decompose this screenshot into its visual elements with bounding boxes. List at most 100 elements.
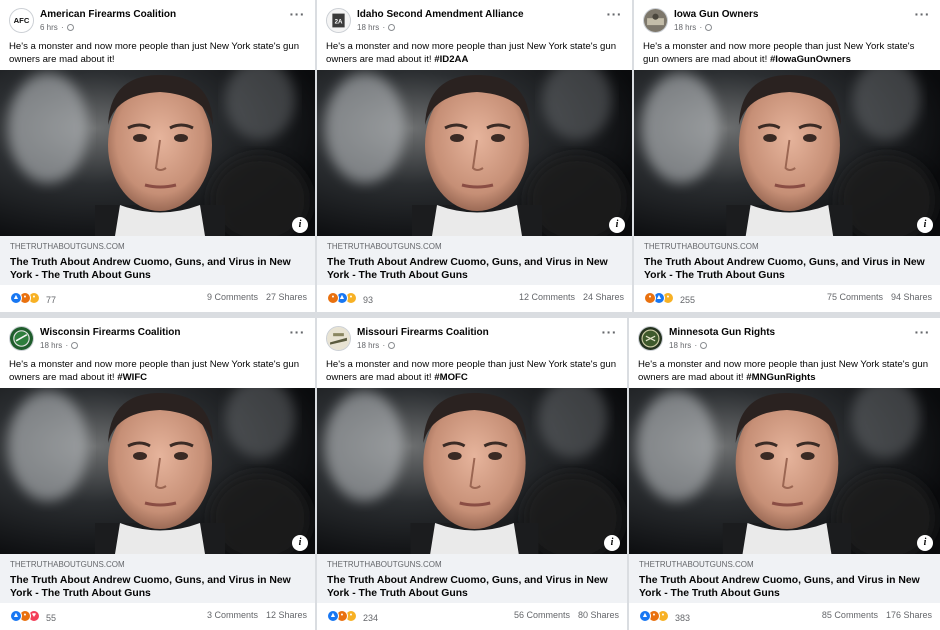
post-timestamp[interactable]: 18 hrs bbox=[357, 23, 379, 32]
page-name-link[interactable]: Idaho Second Amendment Alliance bbox=[357, 9, 524, 20]
post-meta: 18 hrs · bbox=[357, 341, 396, 350]
page-name-link[interactable]: Wisconsin Firearms Coalition bbox=[40, 327, 181, 338]
info-icon[interactable]: i bbox=[917, 535, 933, 551]
comments-count-link[interactable]: 12 Comments bbox=[519, 292, 575, 302]
shares-count-link[interactable]: 12 Shares bbox=[266, 610, 307, 620]
more-options-button[interactable]: ··· bbox=[607, 6, 623, 22]
post-stats: ▲ • ♥ 55 3 Comments 12 Shares bbox=[0, 607, 315, 625]
hashtag-link[interactable]: #MNGunRights bbox=[746, 372, 815, 383]
post-card: Iowa Gun Owners 18 hrs · ··· He's a mons… bbox=[634, 0, 940, 312]
article-image[interactable]: i bbox=[0, 70, 315, 236]
wifc-logo-icon[interactable] bbox=[9, 326, 34, 351]
link-preview[interactable]: THETRUTHABOUTGUNS.COM The Truth About An… bbox=[0, 554, 315, 603]
link-title[interactable]: The Truth About Andrew Cuomo, Guns, and … bbox=[10, 256, 309, 282]
article-image[interactable]: i bbox=[629, 388, 940, 554]
reaction-count: 383 bbox=[675, 613, 691, 623]
mofc-logo-icon[interactable] bbox=[326, 326, 351, 351]
link-title[interactable]: The Truth About Andrew Cuomo, Guns, and … bbox=[327, 256, 626, 282]
article-photo bbox=[634, 70, 940, 236]
link-title[interactable]: The Truth About Andrew Cuomo, Guns, and … bbox=[327, 574, 621, 600]
article-image[interactable]: i bbox=[0, 388, 315, 554]
link-preview[interactable]: THETRUTHABOUTGUNS.COM The Truth About An… bbox=[317, 236, 632, 285]
post-body-text: He's a monster and now more people than … bbox=[326, 41, 617, 65]
post-meta: 18 hrs · bbox=[357, 23, 396, 32]
comments-count-link[interactable]: 3 Comments bbox=[207, 610, 258, 620]
afc-logo-icon[interactable]: AFC bbox=[9, 8, 34, 33]
shares-count-link[interactable]: 27 Shares bbox=[266, 292, 307, 302]
globe-icon bbox=[388, 24, 396, 31]
post-meta: 18 hrs · bbox=[669, 341, 708, 350]
link-preview[interactable]: THETRUTHABOUTGUNS.COM The Truth About An… bbox=[629, 554, 940, 603]
page-name-link[interactable]: Iowa Gun Owners bbox=[674, 9, 758, 20]
post-header: Minnesota Gun Rights 18 hrs · ··· bbox=[629, 318, 940, 356]
angry-reaction-icon: • bbox=[644, 292, 656, 304]
like-reaction-icon: ▲ bbox=[10, 292, 22, 304]
hashtag-link[interactable]: #MOFC bbox=[434, 372, 468, 383]
comments-count-link[interactable]: 9 Comments bbox=[207, 292, 258, 302]
page-name-link[interactable]: Minnesota Gun Rights bbox=[669, 327, 775, 338]
post-timestamp[interactable]: 18 hrs bbox=[674, 23, 696, 32]
globe-icon bbox=[388, 342, 396, 349]
post-card: AFC American Firearms Coalition 6 hrs · … bbox=[0, 0, 315, 312]
post-timestamp[interactable]: 6 hrs bbox=[40, 23, 58, 32]
info-icon[interactable]: i bbox=[292, 535, 308, 551]
more-options-button[interactable]: ··· bbox=[290, 6, 306, 22]
more-options-button[interactable]: ··· bbox=[915, 324, 931, 340]
article-image[interactable]: i bbox=[317, 70, 632, 236]
post-header: AFC American Firearms Coalition 6 hrs · … bbox=[0, 0, 315, 38]
igo-logo-icon[interactable] bbox=[643, 8, 668, 33]
page-name-link[interactable]: Missouri Firearms Coalition bbox=[357, 327, 489, 338]
like-reaction-icon: ▲ bbox=[327, 610, 339, 622]
post-body: He's a monster and now more people than … bbox=[643, 40, 932, 66]
post-timestamp[interactable]: 18 hrs bbox=[40, 341, 62, 350]
comments-count-link[interactable]: 85 Comments bbox=[822, 610, 878, 620]
more-options-button[interactable]: ··· bbox=[915, 6, 931, 22]
hashtag-link[interactable]: #IowaGunOwners bbox=[770, 54, 851, 65]
comments-count-link[interactable]: 56 Comments bbox=[514, 610, 570, 620]
shares-count-link[interactable]: 80 Shares bbox=[578, 610, 619, 620]
info-icon[interactable]: i bbox=[917, 217, 933, 233]
isaa-logo-icon[interactable]: 2A bbox=[326, 8, 351, 33]
article-image[interactable]: i bbox=[317, 388, 627, 554]
post-card: Minnesota Gun Rights 18 hrs · ··· He's a… bbox=[629, 318, 940, 630]
reaction-count: 55 bbox=[46, 613, 57, 623]
shares-count-link[interactable]: 94 Shares bbox=[891, 292, 932, 302]
article-image[interactable]: i bbox=[634, 70, 940, 236]
shares-count-link[interactable]: 24 Shares bbox=[583, 292, 624, 302]
link-title[interactable]: The Truth About Andrew Cuomo, Guns, and … bbox=[639, 574, 934, 600]
post-stats: ▲ • • 234 56 Comments 80 Shares bbox=[317, 607, 627, 625]
post-timestamp[interactable]: 18 hrs bbox=[357, 341, 379, 350]
post-stats: • ▲ • 93 12 Comments 24 Shares bbox=[317, 289, 632, 307]
link-domain: THETRUTHABOUTGUNS.COM bbox=[10, 560, 125, 569]
link-preview[interactable]: THETRUTHABOUTGUNS.COM The Truth About An… bbox=[0, 236, 315, 285]
post-stats: • ▲ • 255 75 Comments 94 Shares bbox=[634, 289, 940, 307]
shares-count-link[interactable]: 176 Shares bbox=[886, 610, 932, 620]
more-options-button[interactable]: ··· bbox=[602, 324, 618, 340]
link-title[interactable]: The Truth About Andrew Cuomo, Guns, and … bbox=[644, 256, 934, 282]
engagement-counts: 85 Comments 176 Shares bbox=[822, 610, 932, 620]
page-name-link[interactable]: American Firearms Coalition bbox=[40, 9, 176, 20]
info-icon[interactable]: i bbox=[609, 217, 625, 233]
like-reaction-icon: ▲ bbox=[10, 610, 22, 622]
mngr-logo-icon[interactable] bbox=[638, 326, 663, 351]
hashtag-link[interactable]: #WIFC bbox=[117, 372, 147, 383]
post-meta: 18 hrs · bbox=[40, 341, 79, 350]
info-icon[interactable]: i bbox=[604, 535, 620, 551]
post-body: He's a monster and now more people than … bbox=[326, 358, 619, 384]
comments-count-link[interactable]: 75 Comments bbox=[827, 292, 883, 302]
info-icon[interactable]: i bbox=[292, 217, 308, 233]
engagement-counts: 12 Comments 24 Shares bbox=[519, 292, 624, 302]
article-photo bbox=[317, 388, 627, 554]
more-options-button[interactable]: ··· bbox=[290, 324, 306, 340]
link-preview[interactable]: THETRUTHABOUTGUNS.COM The Truth About An… bbox=[634, 236, 940, 285]
article-photo bbox=[317, 70, 632, 236]
post-timestamp[interactable]: 18 hrs bbox=[669, 341, 691, 350]
post-meta: 6 hrs · bbox=[40, 23, 74, 32]
engagement-counts: 9 Comments 27 Shares bbox=[207, 292, 307, 302]
hashtag-link[interactable]: #ID2AA bbox=[434, 54, 468, 65]
engagement-counts: 75 Comments 94 Shares bbox=[827, 292, 932, 302]
link-title[interactable]: The Truth About Andrew Cuomo, Guns, and … bbox=[10, 574, 309, 600]
link-preview[interactable]: THETRUTHABOUTGUNS.COM The Truth About An… bbox=[317, 554, 627, 603]
post-body: He's a monster and now more people than … bbox=[9, 40, 307, 66]
post-card: Missouri Firearms Coalition 18 hrs · ···… bbox=[317, 318, 627, 630]
